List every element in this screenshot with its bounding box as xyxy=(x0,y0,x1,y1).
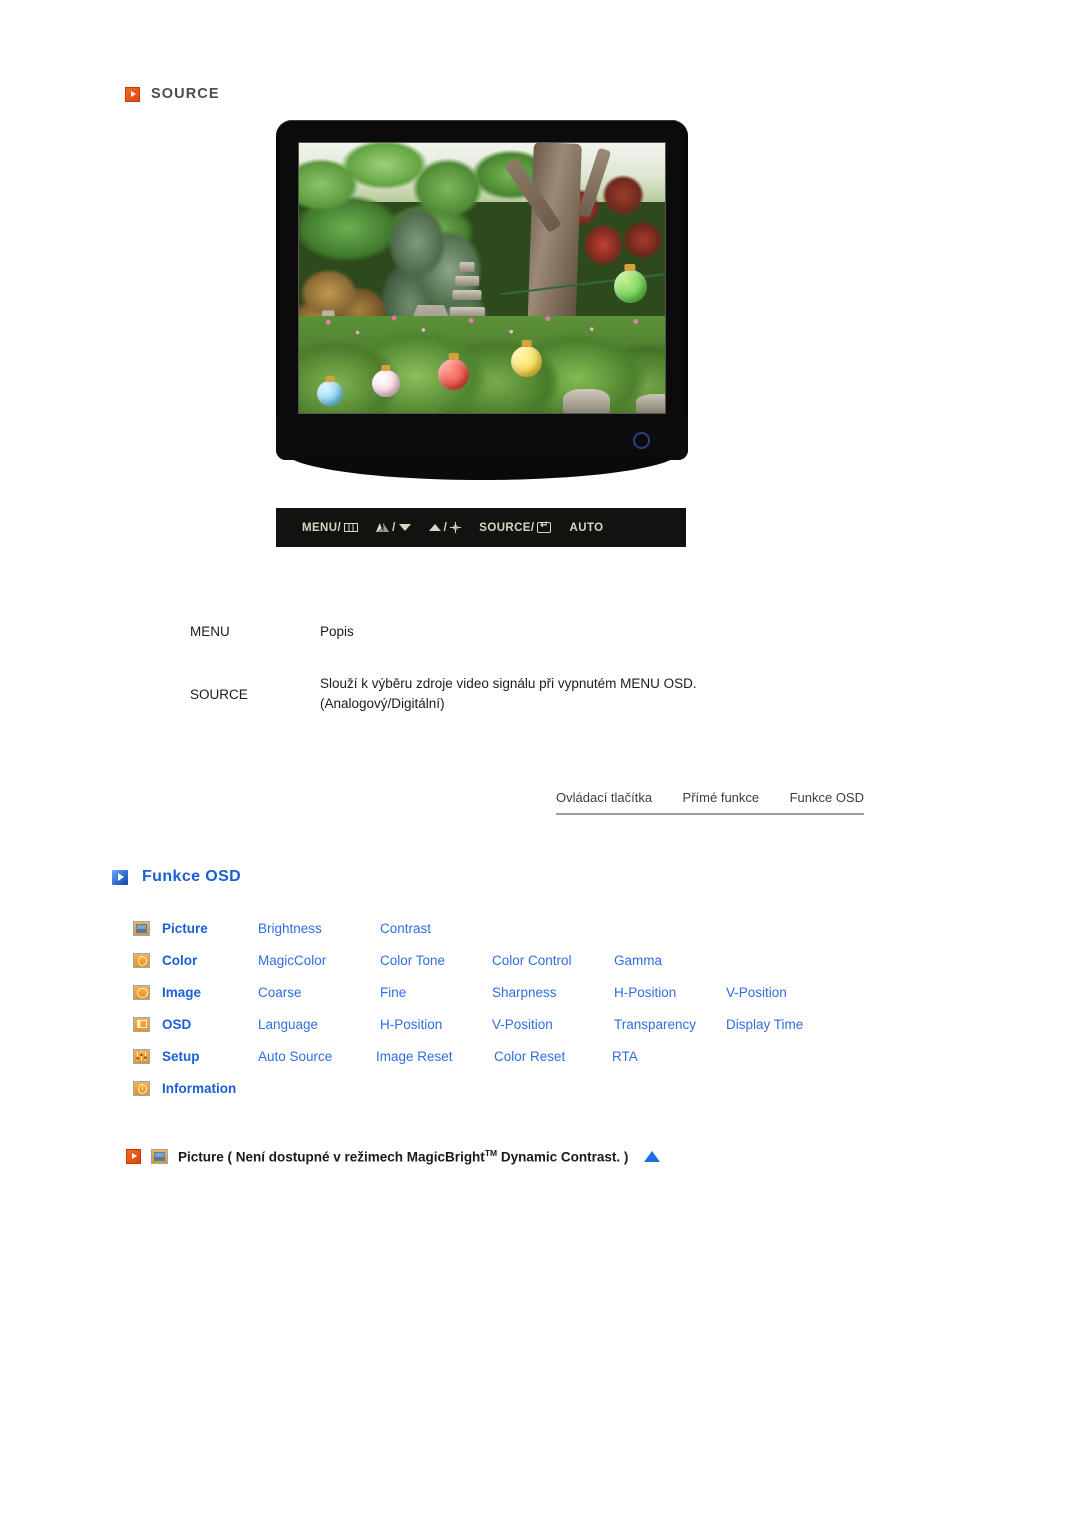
tab-funkce-osd[interactable]: Funkce OSD xyxy=(790,790,864,805)
source-section-heading: SOURCE xyxy=(125,86,220,102)
osd-item-color-control[interactable]: Color Control xyxy=(492,953,614,968)
magicbright-down-button[interactable]: / xyxy=(376,522,411,534)
monitor-body xyxy=(276,120,688,460)
osd-category-osd[interactable]: OSD xyxy=(162,1017,258,1032)
lantern-yellow xyxy=(511,345,543,377)
up-brightness-button[interactable]: / xyxy=(428,521,462,534)
lantern-pink xyxy=(372,369,400,398)
section-tab-bar: Ovládací tlačítka Přímé funkce Funkce OS… xyxy=(556,790,864,815)
up-arrow-icon xyxy=(428,524,441,531)
picture-note-text-before: Picture ( Není dostupné v režimech Magic… xyxy=(178,1149,485,1165)
osd-category-image[interactable]: Image xyxy=(162,985,258,1000)
osd-item-color-tone[interactable]: Color Tone xyxy=(380,953,492,968)
osd-heading-label: Funkce OSD xyxy=(142,868,242,885)
osd-row-color: Color MagicColor Color Tone Color Contro… xyxy=(133,944,893,976)
osd-item-sharpness[interactable]: Sharpness xyxy=(492,985,614,1000)
orange-play-bullet-icon xyxy=(125,86,140,102)
picture-note-text: Picture ( Není dostupné v režimech Magic… xyxy=(178,1148,628,1165)
osd-row-image: Image Coarse Fine Sharpness H-Position V… xyxy=(133,976,893,1008)
menu-button-label: MENU/ xyxy=(302,521,342,534)
osd-item-brightness[interactable]: Brightness xyxy=(258,921,380,936)
table-row: SOURCE Slouží k výběru zdroje video sign… xyxy=(190,674,890,713)
source-enter-button[interactable]: SOURCE/ xyxy=(479,520,552,534)
osd-item-image-reset[interactable]: Image Reset xyxy=(376,1049,494,1064)
monitor-screen xyxy=(298,142,666,414)
description-line-2: (Analogový/Digitální) xyxy=(320,695,445,711)
garden-rock-2 xyxy=(635,394,665,413)
osd-category-setup[interactable]: Setup xyxy=(162,1049,258,1064)
source-button-label: SOURCE/ xyxy=(479,521,535,534)
orange-play-bullet-icon xyxy=(126,1148,141,1164)
auto-button[interactable]: AUTO xyxy=(569,522,603,534)
tab-prime-funkce[interactable]: Přímé funkce xyxy=(683,790,760,805)
garden-rock-1 xyxy=(562,388,611,413)
auto-button-label: AUTO xyxy=(569,521,604,534)
osd-section-heading: Funkce OSD xyxy=(112,868,241,886)
picture-icon xyxy=(151,1148,168,1164)
table-cell-menu-name: SOURCE xyxy=(190,687,248,702)
osd-item-language[interactable]: Language xyxy=(258,1017,380,1032)
lantern-blue xyxy=(317,380,343,407)
brightness-sun-icon xyxy=(450,522,462,533)
setup-icon xyxy=(133,1048,150,1064)
osd-item-osd-h-position[interactable]: H-Position xyxy=(380,1017,492,1032)
osd-category-information[interactable]: Information xyxy=(162,1081,258,1096)
osd-category-picture[interactable]: Picture xyxy=(162,921,258,936)
osd-item-h-position[interactable]: H-Position xyxy=(614,985,726,1000)
osd-item-coarse[interactable]: Coarse xyxy=(258,985,380,1000)
flower-layer xyxy=(299,305,665,349)
monitor-control-button-strip: MENU/ / / SOURCE/ AUTO xyxy=(276,508,686,547)
osd-row-osd: OSD Language H-Position V-Position Trans… xyxy=(133,1008,893,1040)
source-heading-label: SOURCE xyxy=(151,86,220,102)
garden-scene-image xyxy=(299,143,665,413)
blue-up-triangle-icon[interactable] xyxy=(644,1150,661,1162)
osd-item-rta[interactable]: RTA xyxy=(612,1049,730,1064)
table-header-menu: MENU xyxy=(190,624,230,639)
image-icon xyxy=(133,984,150,1000)
osd-item-color-reset[interactable]: Color Reset xyxy=(494,1049,612,1064)
magicbright-down-separator: / xyxy=(392,521,396,534)
osd-item-gamma[interactable]: Gamma xyxy=(614,953,726,968)
enter-key-icon xyxy=(537,520,552,533)
osd-item-v-position[interactable]: V-Position xyxy=(726,985,787,1000)
tab-ovladaci-tlacitka[interactable]: Ovládací tlačítka xyxy=(556,790,652,805)
information-icon xyxy=(133,1080,150,1096)
osd-item-osd-v-position[interactable]: V-Position xyxy=(492,1017,614,1032)
table-header-description: Popis xyxy=(320,624,354,639)
power-indicator[interactable] xyxy=(633,432,650,449)
menu-button[interactable]: MENU/ xyxy=(302,521,359,534)
monitor-stand-base xyxy=(284,450,680,480)
osd-item-contrast[interactable]: Contrast xyxy=(380,921,492,936)
monitor-illustration: MENU/ / / SOURCE/ AUTO xyxy=(276,120,688,547)
picture-note-text-after: Dynamic Contrast. ) xyxy=(497,1149,629,1165)
blue-play-bullet-icon xyxy=(112,869,128,885)
osd-item-auto-source[interactable]: Auto Source xyxy=(258,1049,376,1064)
osd-item-magiccolor[interactable]: MagicColor xyxy=(258,953,380,968)
osd-item-fine[interactable]: Fine xyxy=(380,985,492,1000)
osd-row-picture: Picture Brightness Contrast xyxy=(133,912,893,944)
trademark-superscript: TM xyxy=(484,1148,498,1158)
up-brightness-separator: / xyxy=(443,521,448,534)
table-cell-description: Slouží k výběru zdroje video signálu při… xyxy=(320,674,890,713)
down-arrow-icon xyxy=(398,524,411,531)
osd-category-color[interactable]: Color xyxy=(162,953,258,968)
osd-row-information: Information xyxy=(133,1072,893,1104)
osd-row-setup: Setup Auto Source Image Reset Color Rese… xyxy=(133,1040,893,1072)
menu-grid-icon xyxy=(344,523,359,532)
osd-icon xyxy=(133,1016,150,1032)
description-line-1: Slouží k výběru zdroje video signálu při… xyxy=(320,676,697,691)
picture-subsection-heading: Picture ( Není dostupné v režimech Magic… xyxy=(126,1148,661,1165)
table-header-row: MENU Popis xyxy=(190,624,890,658)
magicbright-icon xyxy=(376,523,390,532)
picture-icon xyxy=(133,920,150,936)
lantern-green xyxy=(613,269,647,303)
menu-description-table: MENU Popis SOURCE Slouží k výběru zdroje… xyxy=(190,624,890,713)
osd-function-matrix: Picture Brightness Contrast Color MagicC… xyxy=(133,912,893,1104)
osd-item-transparency[interactable]: Transparency xyxy=(614,1017,726,1032)
color-icon xyxy=(133,952,150,968)
osd-item-display-time[interactable]: Display Time xyxy=(726,1017,803,1032)
